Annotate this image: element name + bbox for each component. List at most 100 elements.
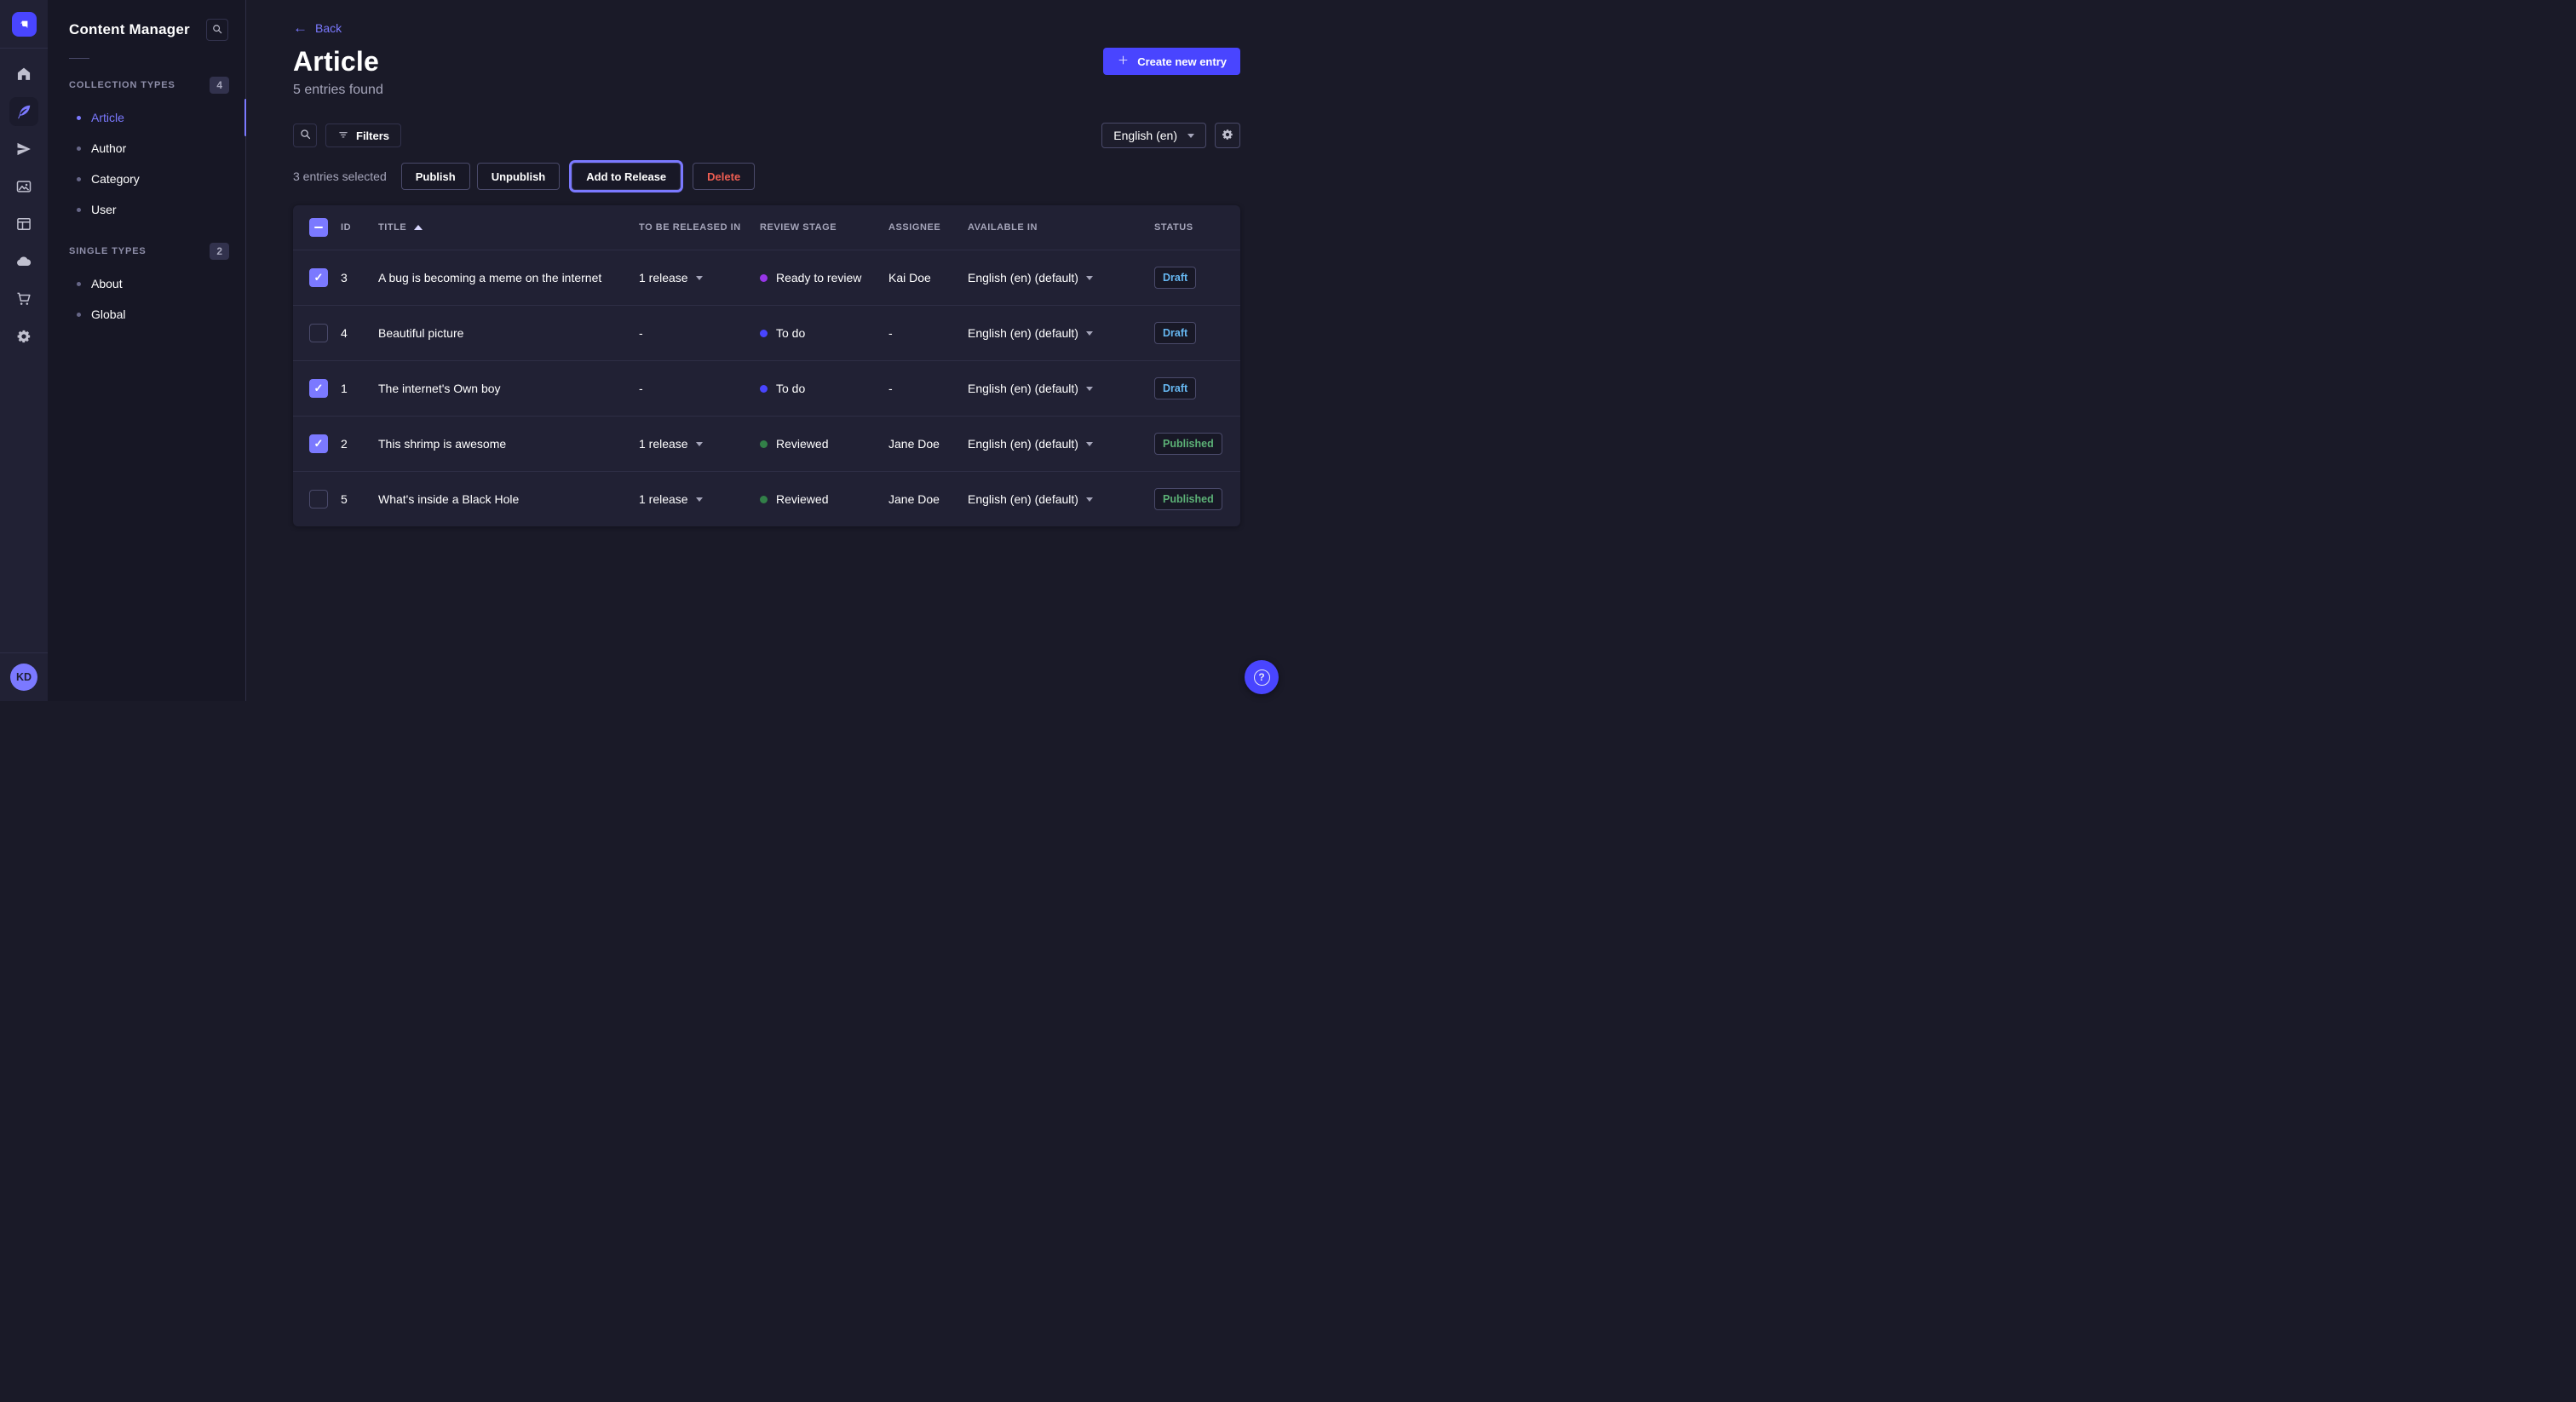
sidebar-item-article[interactable]: Article bbox=[48, 102, 245, 133]
table-search-button[interactable] bbox=[293, 124, 317, 147]
table-row: 1 The internet's Own boy - To do - Engli… bbox=[293, 360, 1240, 416]
user-avatar[interactable]: KD bbox=[10, 664, 37, 691]
table-header-row: ID TITLE TO BE RELEASED IN REVIEW STAGE … bbox=[293, 205, 1240, 250]
collection-types-count-badge: 4 bbox=[210, 77, 229, 94]
sidebar-item-global[interactable]: Global bbox=[48, 299, 245, 330]
table-row: 2 This shrimp is awesome 1 release Revie… bbox=[293, 416, 1240, 471]
sidebar-item-content-manager[interactable] bbox=[0, 93, 48, 130]
create-new-entry-button[interactable]: Create new entry bbox=[1103, 48, 1240, 75]
row-title[interactable]: A bug is becoming a meme on the internet bbox=[378, 271, 639, 284]
unpublish-button[interactable]: Unpublish bbox=[477, 163, 561, 190]
filters-button[interactable]: Filters bbox=[325, 124, 401, 147]
page-title: Article bbox=[293, 48, 379, 75]
row-locale-dropdown[interactable]: English (en) (default) bbox=[968, 492, 1154, 506]
subnav-title: Content Manager bbox=[69, 21, 190, 38]
sort-ascending-icon[interactable] bbox=[414, 225, 423, 230]
sidebar-item-home[interactable] bbox=[0, 55, 48, 93]
plus-icon bbox=[1117, 54, 1130, 69]
row-status-cell: Draft bbox=[1154, 267, 1240, 289]
select-all-checkbox[interactable] bbox=[309, 218, 328, 237]
row-locale-dropdown[interactable]: English (en) (default) bbox=[968, 271, 1154, 284]
review-stage-dot bbox=[760, 385, 768, 393]
row-checkbox[interactable] bbox=[309, 324, 328, 342]
sidebar-item-settings[interactable] bbox=[0, 318, 48, 355]
sidebar-item-about[interactable]: About bbox=[48, 268, 245, 299]
sidebar-item-content-type-builder[interactable] bbox=[0, 205, 48, 243]
gear-icon bbox=[1221, 128, 1234, 144]
row-release-dropdown[interactable]: 1 release bbox=[639, 437, 760, 451]
row-title[interactable]: Beautiful picture bbox=[378, 326, 639, 340]
single-types-section: SINGLE TYPES 2 About Global bbox=[48, 242, 245, 330]
chevron-down-icon bbox=[1187, 134, 1194, 138]
row-review-stage: To do bbox=[760, 326, 888, 340]
row-review-stage: Reviewed bbox=[760, 437, 888, 451]
delete-button[interactable]: Delete bbox=[693, 163, 755, 190]
row-checkbox[interactable] bbox=[309, 434, 328, 453]
home-icon bbox=[15, 66, 32, 83]
subnav-search-button[interactable] bbox=[206, 19, 228, 41]
column-header-available-in[interactable]: AVAILABLE IN bbox=[968, 222, 1154, 233]
chevron-down-icon bbox=[696, 442, 703, 446]
row-locale-dropdown[interactable]: English (en) (default) bbox=[968, 326, 1154, 340]
review-stage-dot bbox=[760, 330, 768, 337]
column-header-id[interactable]: ID bbox=[341, 222, 378, 233]
sidebar-item-marketplace[interactable] bbox=[0, 280, 48, 318]
row-title[interactable]: This shrimp is awesome bbox=[378, 437, 639, 451]
chevron-down-icon bbox=[1086, 331, 1093, 336]
sidebar-item-user[interactable]: User bbox=[48, 194, 245, 225]
column-header-released[interactable]: TO BE RELEASED IN bbox=[639, 222, 760, 233]
row-review-stage: To do bbox=[760, 382, 888, 395]
review-stage-dot bbox=[760, 440, 768, 448]
content-manager-feather-icon bbox=[15, 103, 32, 120]
row-locale-dropdown[interactable]: English (en) (default) bbox=[968, 382, 1154, 395]
sidebar-item-media-library[interactable] bbox=[0, 168, 48, 205]
locale-select[interactable]: English (en) bbox=[1101, 123, 1206, 148]
bullet-icon bbox=[77, 282, 81, 286]
chevron-down-icon bbox=[1086, 497, 1093, 502]
single-types-count-badge: 2 bbox=[210, 243, 229, 260]
strapi-logo-icon[interactable] bbox=[12, 12, 37, 37]
column-header-status[interactable]: STATUS bbox=[1154, 222, 1240, 233]
sidebar-item-releases[interactable] bbox=[0, 130, 48, 168]
media-image-icon bbox=[15, 178, 32, 195]
bullet-icon bbox=[77, 147, 81, 151]
row-status-cell: Draft bbox=[1154, 377, 1240, 399]
column-header-review-stage[interactable]: REVIEW STAGE bbox=[760, 222, 888, 233]
entries-table: ID TITLE TO BE RELEASED IN REVIEW STAGE … bbox=[293, 205, 1240, 526]
row-locale-dropdown[interactable]: English (en) (default) bbox=[968, 437, 1154, 451]
status-badge: Published bbox=[1154, 433, 1222, 455]
row-title[interactable]: The internet's Own boy bbox=[378, 382, 639, 395]
back-link[interactable]: ← Back bbox=[293, 20, 342, 35]
row-release-dropdown[interactable]: 1 release bbox=[639, 492, 760, 506]
sidebar-item-author[interactable]: Author bbox=[48, 133, 245, 164]
paper-plane-icon bbox=[15, 141, 32, 158]
cart-icon bbox=[15, 290, 32, 307]
status-badge: Draft bbox=[1154, 322, 1196, 344]
arrow-left-icon: ← bbox=[293, 20, 308, 35]
row-release-dropdown: - bbox=[639, 326, 760, 340]
row-checkbox[interactable] bbox=[309, 268, 328, 287]
column-header-title[interactable]: TITLE bbox=[378, 222, 639, 233]
row-id: 1 bbox=[341, 382, 378, 395]
chevron-down-icon bbox=[696, 497, 703, 502]
entries-count-text: 5 entries found bbox=[293, 83, 1240, 98]
row-checkbox[interactable] bbox=[309, 490, 328, 509]
help-button[interactable]: ? bbox=[1245, 660, 1279, 694]
row-review-stage: Reviewed bbox=[760, 492, 888, 506]
column-header-assignee[interactable]: ASSIGNEE bbox=[888, 222, 968, 233]
sidebar-item-category[interactable]: Category bbox=[48, 164, 245, 194]
filter-icon bbox=[337, 129, 349, 143]
row-release-dropdown[interactable]: 1 release bbox=[639, 271, 760, 284]
add-to-release-button[interactable]: Add to Release bbox=[572, 163, 681, 190]
row-title[interactable]: What's inside a Black Hole bbox=[378, 492, 639, 506]
table-row: 5 What's inside a Black Hole 1 release R… bbox=[293, 471, 1240, 526]
row-assignee: - bbox=[888, 382, 968, 395]
selection-count-text: 3 entries selected bbox=[293, 170, 387, 183]
main-nav-icons bbox=[0, 49, 48, 355]
row-checkbox[interactable] bbox=[309, 379, 328, 398]
publish-button[interactable]: Publish bbox=[401, 163, 470, 190]
search-icon bbox=[299, 128, 312, 143]
collection-types-section: COLLECTION TYPES 4 Article Author Catego… bbox=[48, 76, 245, 225]
sidebar-item-cloud[interactable] bbox=[0, 243, 48, 280]
view-settings-button[interactable] bbox=[1215, 123, 1240, 148]
